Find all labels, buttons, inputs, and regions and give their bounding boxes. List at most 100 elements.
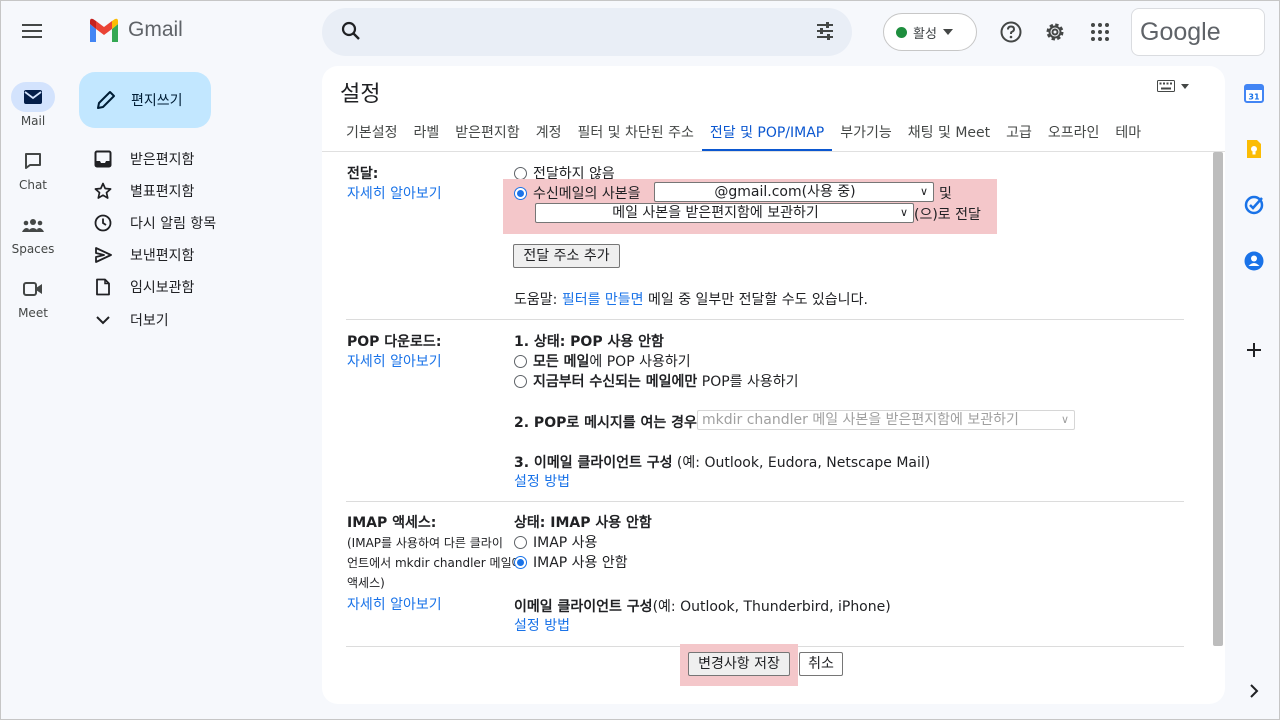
sidebar-item-sent[interactable]: 보낸편지함 <box>94 243 294 267</box>
sidebar-item-more[interactable]: 더보기 <box>94 308 294 332</box>
tab-inbox[interactable]: 받은편지함 <box>447 118 527 152</box>
spaces-icon <box>22 219 44 232</box>
create-filter-link[interactable]: 필터를 만들면 <box>562 292 644 308</box>
calendar-icon[interactable]: 31 <box>1243 82 1265 104</box>
page-title: 설정 <box>340 82 381 107</box>
main-menu-icon[interactable] <box>20 20 44 44</box>
forward-action-select[interactable]: 메일 사본을 받은편지함에 보관하기 ∨ <box>535 203 914 223</box>
imap-enable-option[interactable]: IMAP 사용 <box>514 532 597 552</box>
rail-label: Chat <box>18 178 48 192</box>
sidebar-item-label: 받은편지함 <box>130 152 195 168</box>
tabs-divider <box>322 151 1225 152</box>
imap-disable-option[interactable]: IMAP 사용 안함 <box>514 552 628 572</box>
contacts-icon[interactable] <box>1243 250 1265 272</box>
sidebar-item-starred[interactable]: 별표편지함 <box>94 179 294 203</box>
scrollbar-thumb[interactable] <box>1213 152 1223 646</box>
sidebar-item-label: 임시보관함 <box>130 280 195 296</box>
imap-setup-link[interactable]: 설정 방법 <box>514 615 570 635</box>
app-rail: Mail Chat Spaces Meet <box>0 0 66 720</box>
sidebar-item-drafts[interactable]: 임시보관함 <box>94 275 294 299</box>
apps-grid-icon[interactable] <box>1088 20 1112 44</box>
show-side-panel-icon[interactable] <box>1246 683 1262 699</box>
imap-enable-radio[interactable] <box>514 536 527 549</box>
section-divider <box>346 501 1184 502</box>
rail-label: Spaces <box>11 242 55 256</box>
pop-learn-more-link[interactable]: 자세히 알아보기 <box>347 351 442 371</box>
pop-action-select: mkdir chandler 메일 사본을 받은편지함에 보관하기 ∨ <box>697 410 1075 430</box>
caret-down-icon <box>942 29 953 35</box>
pop-action-value: mkdir chandler 메일 사본을 받은편지함에 보관하기 <box>702 412 1019 428</box>
compose-button[interactable]: 편지쓰기 <box>79 72 211 128</box>
pop-step3-rest: (예: Outlook, Eudora, Netscape Mail) <box>672 455 931 471</box>
tab-general[interactable]: 기본설정 <box>338 118 406 152</box>
tab-advanced[interactable]: 고급 <box>998 118 1040 152</box>
forward-suffix-label: (으)로 전달 <box>914 207 981 223</box>
forward-copy-option[interactable]: 수신메일의 사본을 <box>514 183 641 203</box>
sidebar-item-inbox[interactable]: 받은편지함 <box>94 147 294 171</box>
imap-enable-label: IMAP 사용 <box>533 535 598 551</box>
pop-all-option[interactable]: 모든 메일에 POP 사용하기 <box>514 351 691 371</box>
pop-step3-bold: 3. 이메일 클라이언트 구성 <box>514 455 673 471</box>
forward-action-value: 메일 사본을 받은편지함에 보관하기 <box>612 205 819 221</box>
tab-chat-meet[interactable]: 채팅 및 Meet <box>900 118 998 152</box>
pop-step3: 3. 이메일 클라이언트 구성 (예: Outlook, Eudora, Net… <box>514 452 930 472</box>
tab-themes[interactable]: 테마 <box>1107 118 1149 152</box>
pop-all-rest: 에 POP 사용하기 <box>589 354 691 370</box>
imap-disable-label: IMAP 사용 안함 <box>533 555 628 571</box>
gmail-logo[interactable]: Gmail <box>88 18 183 42</box>
forward-address-value: @gmail.com(사용 중) <box>714 184 856 200</box>
tab-addons[interactable]: 부가기능 <box>832 118 900 152</box>
forwarding-learn-more-link[interactable]: 자세히 알아보기 <box>347 183 442 203</box>
rail-item-mail[interactable]: Mail <box>0 82 66 128</box>
cancel-button[interactable]: 취소 <box>799 652 843 676</box>
imap-learn-more-link[interactable]: 자세히 알아보기 <box>347 594 442 614</box>
forward-copy-radio[interactable] <box>514 187 527 200</box>
sidebar-item-snoozed[interactable]: 다시 알림 항목 <box>94 211 294 235</box>
imap-status: 상태: IMAP 사용 안함 <box>514 515 652 531</box>
tab-offline[interactable]: 오프라인 <box>1040 118 1108 152</box>
tab-filters[interactable]: 필터 및 차단된 주소 <box>569 118 701 152</box>
help-icon[interactable] <box>999 20 1023 44</box>
pop-new-bold: 지금부터 수신되는 메일에만 <box>533 374 698 390</box>
inbox-icon <box>94 150 112 168</box>
and-label: 및 <box>939 186 952 202</box>
search-icon[interactable] <box>340 20 362 42</box>
save-changes-button[interactable]: 변경사항 저장 <box>688 652 790 676</box>
select-arrow-icon: ∨ <box>899 206 908 219</box>
tab-labels[interactable]: 라벨 <box>406 118 448 152</box>
forwarding-tip: 도움말: 필터를 만들면 메일 중 일부만 전달할 수도 있습니다. <box>514 289 868 309</box>
forward-address-select[interactable]: @gmail.com(사용 중) ∨ <box>654 182 934 202</box>
active-status-dot <box>896 26 907 38</box>
sidebar-item-label: 더보기 <box>130 313 169 329</box>
settings-gear-icon[interactable] <box>1043 20 1067 44</box>
tasks-icon[interactable] <box>1243 194 1265 216</box>
send-icon <box>95 247 112 263</box>
tab-accounts[interactable]: 계정 <box>528 118 570 152</box>
imap-disable-radio[interactable] <box>514 556 527 569</box>
select-arrow-icon: ∨ <box>1060 413 1069 426</box>
gmail-m-icon <box>90 18 118 42</box>
status-dropdown[interactable]: 활성 <box>883 13 977 51</box>
chevron-down-icon <box>96 316 110 325</box>
rail-item-chat[interactable]: Chat <box>0 146 66 192</box>
add-forwarding-address-button[interactable]: 전달 주소 추가 <box>513 244 620 268</box>
search-options-icon[interactable] <box>814 20 836 42</box>
add-addon-icon[interactable] <box>1243 339 1265 361</box>
rail-item-spaces[interactable]: Spaces <box>0 210 66 256</box>
keyboard-icon <box>1157 80 1175 92</box>
settings-tabs: 기본설정 라벨 받은편지함 계정 필터 및 차단된 주소 전달 및 POP/IM… <box>338 118 1149 152</box>
input-tools-button[interactable] <box>1157 80 1189 92</box>
imap-client-rest: (예: Outlook, Thunderbird, iPhone) <box>652 599 891 615</box>
keep-icon[interactable] <box>1243 138 1265 160</box>
google-account-button[interactable]: Google <box>1131 8 1265 56</box>
search-bar[interactable] <box>322 8 852 56</box>
rail-item-meet[interactable]: Meet <box>0 274 66 320</box>
tip-prefix: 도움말: <box>514 292 562 308</box>
pop-setup-link[interactable]: 설정 방법 <box>514 471 570 491</box>
pop-all-radio[interactable] <box>514 355 527 368</box>
imap-desc-line2: 언트에서 mkdir chandler 메일에 <box>347 556 523 570</box>
section-divider <box>346 319 1184 320</box>
pop-new-option[interactable]: 지금부터 수신되는 메일에만 POP를 사용하기 <box>514 371 799 391</box>
tab-forwarding-pop-imap[interactable]: 전달 및 POP/IMAP <box>701 118 833 152</box>
pop-new-radio[interactable] <box>514 375 527 388</box>
